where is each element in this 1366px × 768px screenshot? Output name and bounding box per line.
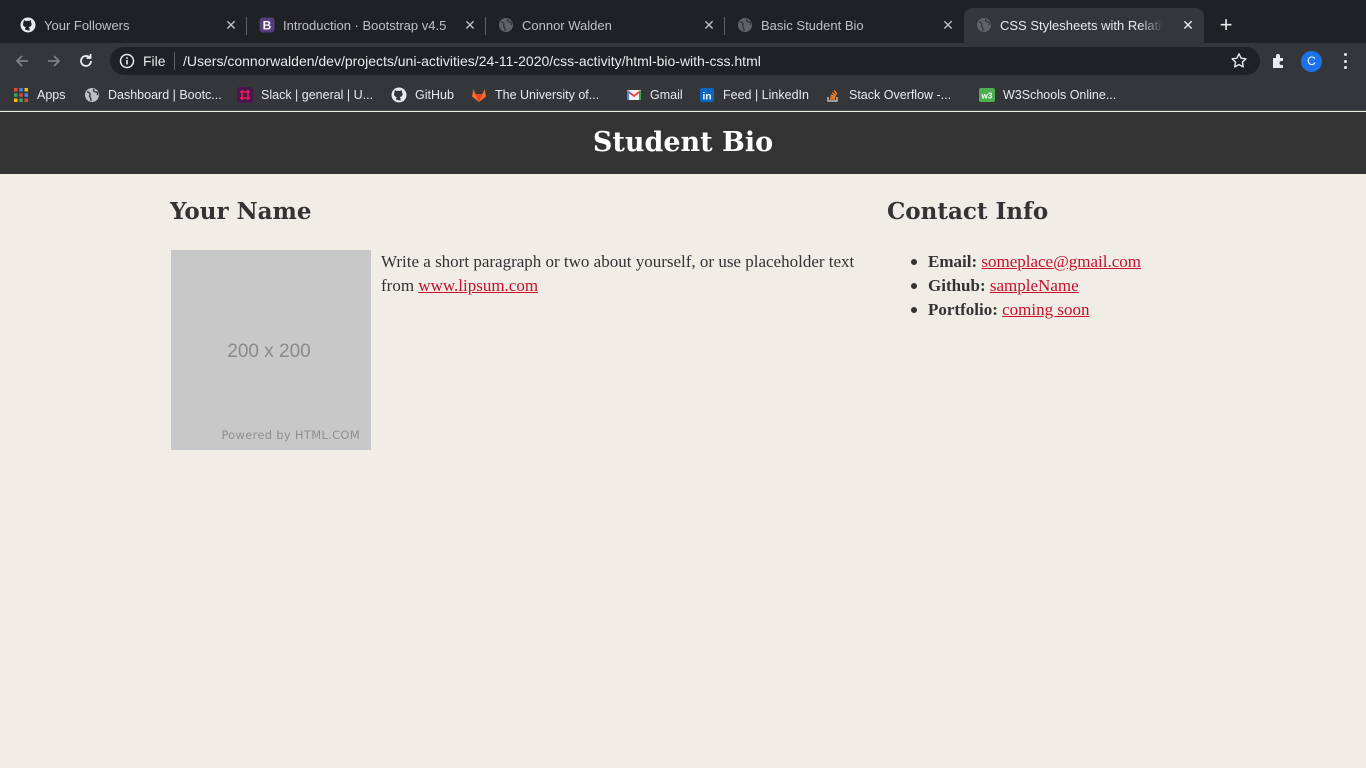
contact-item-email: Email: someplace@gmail.com <box>887 250 1287 274</box>
globe-icon <box>84 87 100 103</box>
bookmark-dashboard-bootcamp[interactable]: Dashboard | Bootc... <box>84 86 222 104</box>
browser-tab-strip: Your Followers ✕ B Introduction · Bootst… <box>0 0 1366 43</box>
bookmark-gmail[interactable]: Gmail <box>626 86 683 104</box>
gitlab-icon <box>471 87 487 103</box>
apps-grid-icon <box>13 87 29 103</box>
globe-icon <box>737 17 753 33</box>
more-menu-icon[interactable] <box>1336 51 1354 71</box>
contact-label: Github: <box>928 276 990 295</box>
slack-icon <box>237 87 253 103</box>
address-url-text[interactable]: /Users/connorwalden/dev/projects/uni-act… <box>183 53 761 69</box>
w3schools-icon: w3 <box>979 87 995 103</box>
bookmark-label: Stack Overflow -... <box>849 88 952 102</box>
bookmark-label: Gmail <box>650 88 683 102</box>
lipsum-link[interactable]: www.lipsum.com <box>418 276 538 295</box>
portfolio-link[interactable]: coming soon <box>1002 300 1089 319</box>
info-icon[interactable] <box>119 53 135 69</box>
linkedin-icon: in <box>699 87 715 103</box>
bio-paragraph: Write a short paragraph or two about you… <box>381 250 881 298</box>
bullet-icon <box>911 307 917 313</box>
bookmark-slack[interactable]: Slack | general | U... <box>237 86 373 104</box>
github-link[interactable]: sampleName <box>990 276 1079 295</box>
contact-label: Portfolio: <box>928 300 1003 319</box>
email-link[interactable]: someplace@gmail.com <box>981 252 1141 271</box>
svg-text:w3: w3 <box>981 92 993 101</box>
bookmarks-bar: Apps Dashboard | Bootc... Slack | genera… <box>0 79 1366 111</box>
close-icon[interactable]: ✕ <box>1180 17 1196 33</box>
bullet-icon <box>911 283 917 289</box>
bullet-icon <box>911 259 917 265</box>
gmail-icon <box>626 87 642 103</box>
close-icon[interactable]: ✕ <box>701 17 717 33</box>
github-icon <box>391 87 407 103</box>
stackoverflow-icon <box>825 87 841 103</box>
github-icon <box>20 17 36 33</box>
tab-title: Your Followers <box>44 18 130 33</box>
page-header: Student Bio <box>0 112 1366 174</box>
tab-title: Connor Walden <box>522 18 612 33</box>
bookmark-label: GitHub <box>415 88 454 102</box>
placeholder-powered-text: Powered by HTML.COM <box>221 428 360 442</box>
bookmark-label: W3Schools Online... <box>1003 88 1117 102</box>
bookmark-university[interactable]: The University of... <box>471 86 599 104</box>
reload-icon <box>80 54 92 67</box>
page-viewport: Student Bio Your Name 200 x 200 Powered … <box>0 112 1366 768</box>
bookmark-label: Feed | LinkedIn <box>723 88 809 102</box>
close-icon[interactable]: ✕ <box>940 17 956 33</box>
tab-bootstrap-introduction[interactable]: B Introduction · Bootstrap v4.5 ✕ <box>247 8 486 43</box>
contact-item-github: Github: sampleName <box>887 274 1287 298</box>
bookmark-linkedin[interactable]: in Feed | LinkedIn <box>699 86 809 104</box>
arrow-right-icon <box>48 55 61 67</box>
tab-basic-student-bio[interactable]: Basic Student Bio ✕ <box>725 8 964 43</box>
close-icon[interactable]: ✕ <box>462 17 478 33</box>
bookmark-label: Slack | general | U... <box>261 88 374 102</box>
extensions-puzzle-icon[interactable] <box>1270 52 1288 70</box>
tab-title: Introduction · Bootstrap v4.5 <box>283 18 446 33</box>
address-bar[interactable]: File /Users/connorwalden/dev/projects/un… <box>110 47 1260 75</box>
bookmark-star-icon[interactable] <box>1230 52 1248 70</box>
name-heading: Your Name <box>170 198 312 225</box>
back-button[interactable] <box>10 49 34 73</box>
bookmark-github[interactable]: GitHub <box>391 86 454 104</box>
globe-icon <box>498 17 514 33</box>
profile-avatar[interactable]: C <box>1301 51 1322 72</box>
reload-button[interactable] <box>74 49 98 73</box>
placeholder-size-text: 200 x 200 <box>227 341 311 362</box>
arrow-left-icon <box>15 55 28 67</box>
bookmark-w3schools[interactable]: w3 W3Schools Online... <box>979 86 1116 104</box>
tab-your-followers[interactable]: Your Followers ✕ <box>8 8 247 43</box>
globe-icon <box>976 17 992 33</box>
forward-button[interactable] <box>42 49 66 73</box>
contact-label: Email: <box>928 252 982 271</box>
tab-connor-walden[interactable]: Connor Walden ✕ <box>486 8 725 43</box>
bootstrap-icon: B <box>259 17 275 33</box>
svg-text:B: B <box>263 19 272 33</box>
tab-title: Basic Student Bio <box>761 18 864 33</box>
close-icon[interactable]: ✕ <box>223 17 239 33</box>
contact-item-portfolio: Portfolio: coming soon <box>887 298 1287 322</box>
address-scheme-label: File <box>143 53 166 69</box>
tab-title: CSS Stylesheets with Relative Paths <box>1000 18 1164 33</box>
browser-toolbar: File /Users/connorwalden/dev/projects/un… <box>0 43 1366 79</box>
new-tab-button[interactable]: + <box>1214 14 1238 38</box>
contact-list: Email: someplace@gmail.com Github: sampl… <box>887 250 1287 322</box>
address-divider <box>174 52 175 70</box>
profile-placeholder-image: 200 x 200 Powered by HTML.COM <box>171 250 371 450</box>
bookmark-label: Dashboard | Bootc... <box>108 88 222 102</box>
bookmark-apps[interactable]: Apps <box>13 86 66 104</box>
contact-heading: Contact Info <box>887 198 1049 225</box>
bookmark-label: The University of... <box>495 88 600 102</box>
bookmark-stack-overflow[interactable]: Stack Overflow -... <box>825 86 951 104</box>
tab-css-stylesheets-active[interactable]: CSS Stylesheets with Relative Paths ✕ <box>964 8 1204 43</box>
bookmark-label: Apps <box>37 88 66 102</box>
page-title: Student Bio <box>592 127 774 158</box>
svg-text:in: in <box>703 92 712 103</box>
